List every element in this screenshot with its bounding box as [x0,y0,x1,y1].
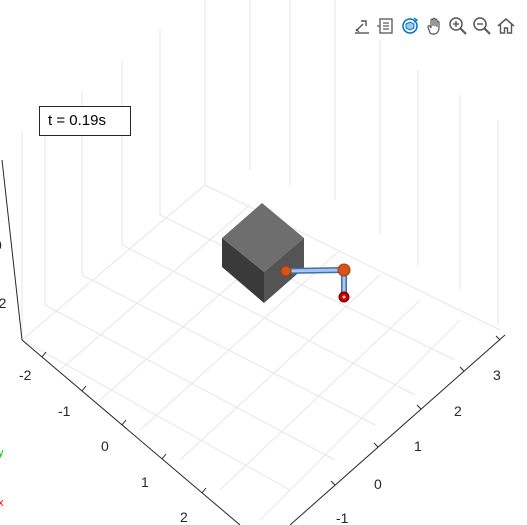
y-tick-label: -1 [336,510,349,525]
pan-button[interactable] [422,14,446,38]
pan-hand-icon [427,17,440,35]
home-button[interactable] [494,14,518,38]
x-tick-label: 2 [180,509,188,525]
x-tick-label: 1 [141,474,149,490]
time-annotation: t = 0.19s [39,106,131,136]
zoom-out-button[interactable] [470,14,494,38]
export-icon [355,20,369,34]
y-axis-label: y [0,447,4,459]
x-tick-label: -1 [58,403,71,419]
x-tick-label: -2 [19,367,32,383]
joint-2 [337,263,351,277]
zoom-in-button[interactable] [446,14,470,38]
joint-1 [280,265,292,277]
z-tick-label: 0 [0,237,2,253]
export-button[interactable] [350,14,374,38]
end-effector-highlight [342,295,346,299]
y-axis-ticks [330,335,501,486]
zoom-in-icon [449,17,467,35]
rotate-3d-icon [402,17,419,34]
x-axis-ticks [41,351,207,494]
3d-axes[interactable]: -2 -1 0 1 2 -1 0 1 2 3 0 -2 y x [0,0,527,525]
y-tick-label: 3 [493,367,501,383]
figure-window: -2 -1 0 1 2 -1 0 1 2 3 0 -2 y x [0,0,527,525]
axes-toolbar [350,13,527,39]
y-tick-label: 0 [374,476,382,492]
brush-icon [377,18,393,34]
x-tick-label: 0 [101,438,109,454]
y-tick-label: 1 [414,438,422,454]
zoom-out-icon [473,17,491,35]
home-icon [497,18,515,34]
brush-button[interactable] [374,14,398,38]
x-axis-label: x [0,497,4,509]
z-tick-label: -2 [0,295,7,311]
time-label: t = 0.19s [48,112,106,129]
rotate-3d-button[interactable] [398,14,422,38]
y-tick-label: 2 [454,403,462,419]
